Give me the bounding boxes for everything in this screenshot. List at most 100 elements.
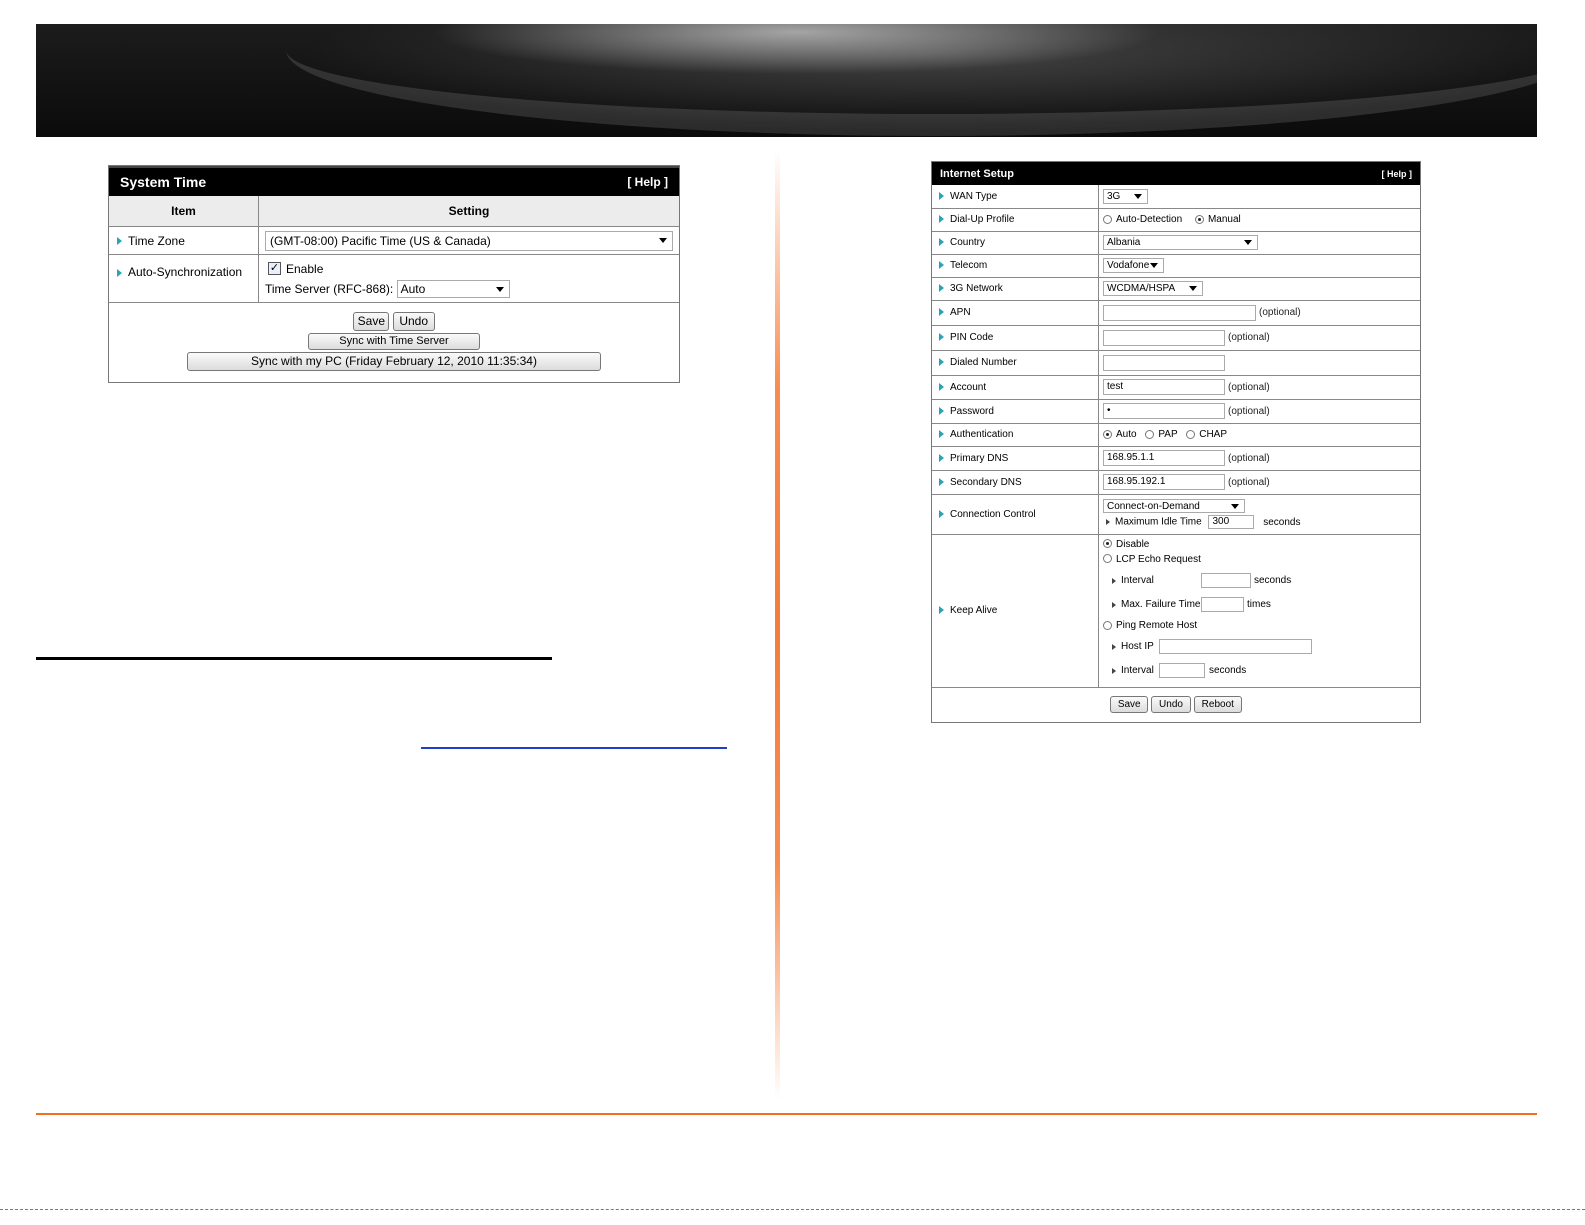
- arrow-icon: [1112, 601, 1116, 608]
- network-label: 3G Network: [932, 277, 1099, 301]
- optional-note: (optional): [1228, 381, 1270, 393]
- arrow-icon: [939, 192, 944, 201]
- chevron-down-icon: [1231, 503, 1239, 509]
- banner-swoosh: [286, 24, 1537, 136]
- auth-auto-radio[interactable]: [1103, 429, 1112, 439]
- primary-dns-input[interactable]: 168.95.1.1: [1103, 450, 1225, 466]
- system-time-panel: System Time [ Help ] Item Setting Time Z…: [108, 165, 680, 383]
- lcp-radio[interactable]: [1103, 554, 1112, 564]
- apn-input[interactable]: [1103, 304, 1256, 321]
- sync-time-server-button[interactable]: Sync with Time Server: [308, 333, 480, 350]
- column-item: Item: [109, 196, 259, 227]
- sync-pc-button[interactable]: Sync with my PC (Friday February 12, 201…: [187, 352, 601, 371]
- country-label: Country: [932, 231, 1099, 255]
- ping-option: Ping Remote Host: [1103, 617, 1419, 635]
- optional-note: (optional): [1228, 405, 1270, 417]
- chevron-down-icon: [1244, 240, 1252, 245]
- enable-row: ✓ Enable: [265, 259, 678, 279]
- manual-label: Manual: [1207, 214, 1241, 225]
- undo-button[interactable]: Undo: [392, 312, 435, 331]
- chevron-down-icon: [1150, 263, 1158, 268]
- arrow-icon: [939, 261, 944, 270]
- telecom-label: Telecom: [932, 254, 1099, 278]
- ping-radio[interactable]: [1103, 621, 1112, 630]
- interval-label: Interval: [1121, 665, 1154, 676]
- help-link[interactable]: [ Help ]: [627, 175, 668, 189]
- auth-chap-radio[interactable]: [1186, 429, 1196, 439]
- wan-type-label: WAN Type: [932, 185, 1099, 209]
- lcp-interval-row: Interval seconds: [1103, 569, 1419, 593]
- host-ip-input[interactable]: [1159, 639, 1312, 654]
- arrow-icon: [1112, 667, 1116, 674]
- enable-checkbox[interactable]: ✓: [268, 261, 281, 275]
- chevron-down-icon: [1134, 193, 1142, 199]
- arrow-icon: [939, 382, 944, 391]
- secondary-dns-input[interactable]: 168.95.192.1: [1103, 474, 1225, 490]
- account-input[interactable]: test: [1103, 379, 1225, 395]
- save-button[interactable]: Save: [353, 312, 390, 331]
- save-button[interactable]: Save: [1110, 695, 1149, 713]
- arrow-icon: [117, 237, 122, 246]
- arrow-icon: [939, 606, 944, 615]
- wan-type-select[interactable]: 3G: [1103, 188, 1148, 204]
- arrow-icon: [939, 477, 944, 486]
- arrow-icon: [939, 430, 944, 439]
- auto-sync-row: Auto-Synchronization ✓ Enable Time Server…: [109, 254, 679, 303]
- optional-note: (optional): [1228, 476, 1270, 488]
- host-ip-label: Host IP: [1121, 641, 1154, 652]
- arrow-icon: [939, 284, 944, 293]
- apn-label: APN: [932, 300, 1099, 326]
- system-time-actions: Save Undo Sync with Time Server Sync wit…: [109, 303, 679, 371]
- system-time-titlebar: System Time [ Help ]: [109, 166, 679, 196]
- internet-setup-titlebar: Internet Setup [ Help ]: [932, 162, 1420, 185]
- country-select[interactable]: Albania: [1103, 235, 1258, 250]
- network-row: 3G Network WCDMA/HSPA: [932, 277, 1420, 301]
- ping-interval-input[interactable]: [1159, 663, 1205, 678]
- auto-detection-radio[interactable]: [1103, 214, 1112, 224]
- reboot-button[interactable]: Reboot: [1193, 695, 1242, 713]
- help-link[interactable]: [ Help ]: [1382, 169, 1413, 179]
- apn-row: APN (optional): [932, 300, 1420, 326]
- page-edge: [0, 1209, 1585, 1210]
- time-server-select[interactable]: Auto: [396, 280, 510, 299]
- optional-note: (optional): [1228, 452, 1270, 464]
- authentication-label: Authentication: [932, 423, 1099, 447]
- arrow-icon: [939, 509, 944, 518]
- auto-sync-label: Auto-Synchronization: [109, 254, 259, 303]
- arrow-icon: [939, 358, 944, 367]
- panel-title: System Time: [120, 174, 207, 190]
- disable-radio[interactable]: [1103, 539, 1112, 549]
- telecom-select[interactable]: Vodafone: [1103, 258, 1164, 273]
- lcp-interval-input[interactable]: [1201, 573, 1251, 588]
- time-zone-select[interactable]: (GMT-08:00) Pacific Time (US & Canada): [265, 230, 673, 251]
- ping-label: Ping Remote Host: [1116, 620, 1198, 631]
- wan-type-row: WAN Type 3G: [932, 185, 1420, 209]
- arrow-icon: [939, 453, 944, 462]
- optional-note: (optional): [1228, 332, 1270, 344]
- max-failure-input[interactable]: [1201, 597, 1244, 612]
- dial-up-label: Dial-Up Profile: [932, 208, 1099, 232]
- auth-chap-label: CHAP: [1199, 429, 1228, 440]
- chevron-down-icon: [495, 286, 504, 292]
- telecom-row: Telecom Vodafone: [932, 254, 1420, 278]
- arrow-icon: [1112, 577, 1116, 584]
- time-server-row: Time Server (RFC-868): Auto: [265, 279, 678, 299]
- dialed-number-input[interactable]: [1103, 354, 1225, 371]
- auth-pap-radio[interactable]: [1145, 429, 1155, 439]
- arrow-icon: [117, 268, 122, 277]
- time-zone-row: Time Zone (GMT-08:00) Pacific Time (US &…: [109, 226, 679, 255]
- manual-radio[interactable]: [1194, 214, 1204, 224]
- keep-alive-row: Keep Alive Disable LCP Echo Request Inte…: [932, 534, 1420, 688]
- dial-up-row: Dial-Up Profile Auto-Detection Manual: [932, 208, 1420, 232]
- undo-button[interactable]: Undo: [1151, 695, 1191, 713]
- internet-setup-panel: Internet Setup [ Help ] WAN Type 3G Dial…: [931, 161, 1421, 723]
- network-select[interactable]: WCDMA/HSPA: [1103, 281, 1203, 296]
- auth-auto-label: Auto: [1116, 429, 1137, 440]
- idle-time-input[interactable]: 300: [1208, 515, 1255, 529]
- section-rule: [36, 657, 552, 660]
- password-input[interactable]: •: [1103, 403, 1225, 419]
- pin-input[interactable]: [1103, 329, 1225, 346]
- times-unit: times: [1247, 599, 1271, 610]
- connection-control-select[interactable]: Connect-on-Demand: [1103, 499, 1245, 513]
- hyperlink-underline[interactable]: [421, 747, 727, 749]
